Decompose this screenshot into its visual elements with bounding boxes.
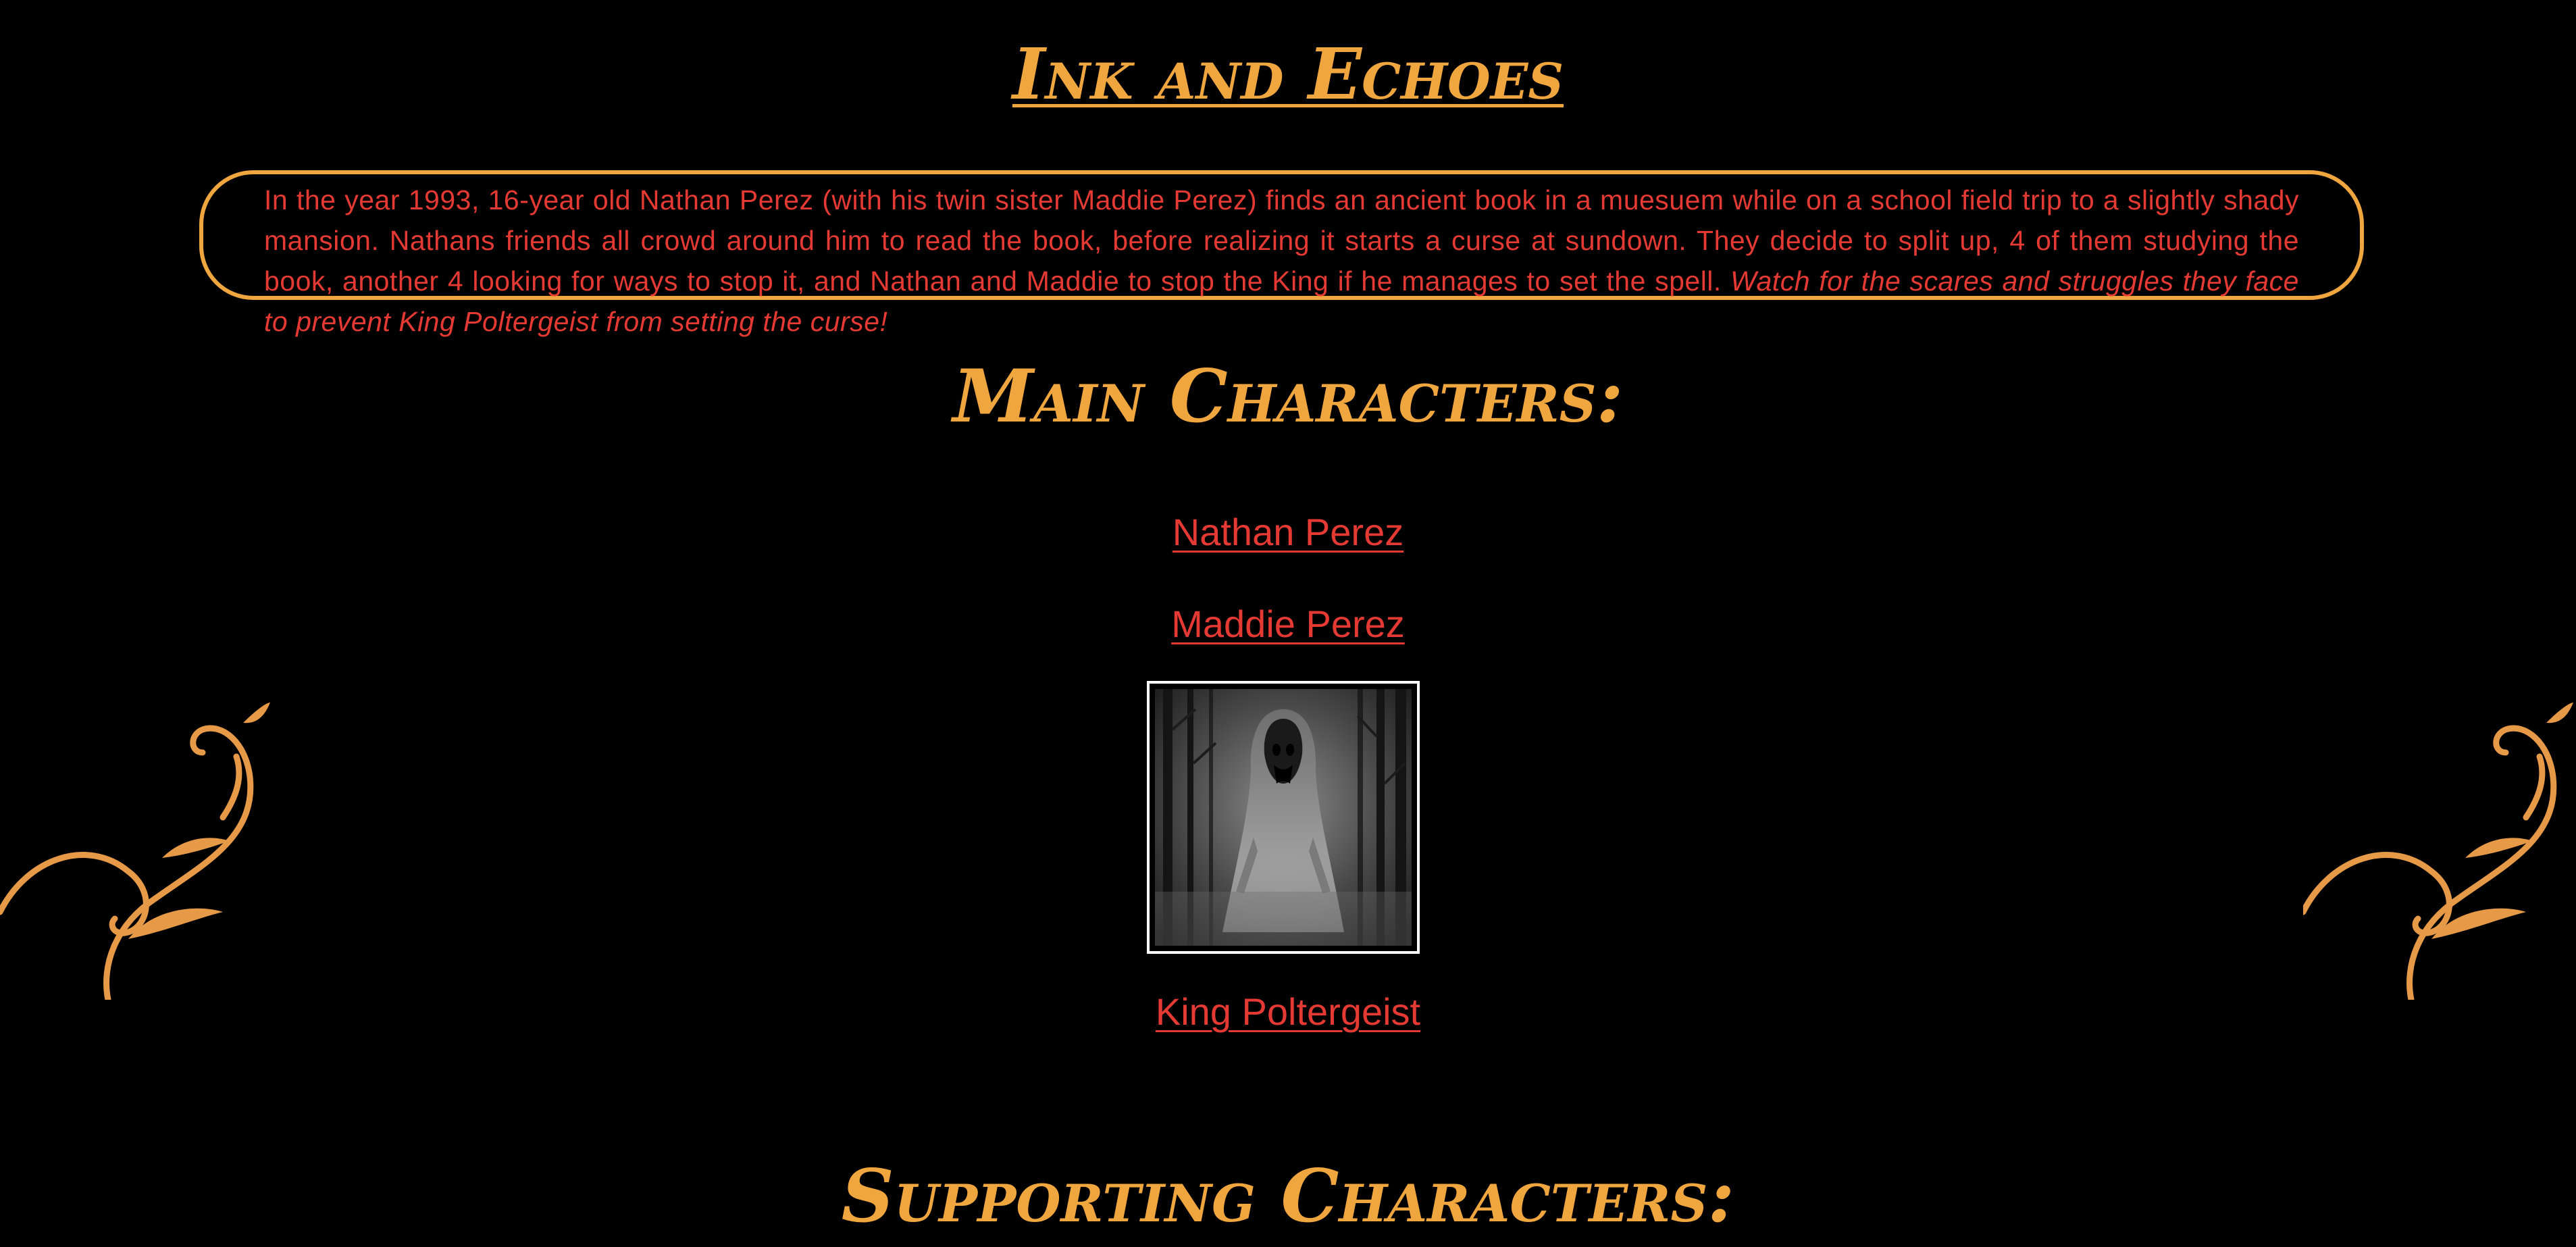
king-poltergeist-portrait <box>1147 681 1420 954</box>
ghost-portrait-image <box>1155 689 1412 946</box>
supporting-characters-heading: Supporting Characters: <box>841 1154 1735 1239</box>
flourish-ornament-right-icon <box>2303 703 2573 1000</box>
story-summary-box: In the year 1993, 16-year old Nathan Per… <box>199 170 2364 337</box>
site-title: Ink and Echoes <box>1012 32 1564 116</box>
character-link-king-poltergeist[interactable]: King Poltergeist <box>0 985 2576 1039</box>
character-link-maddie-perez[interactable]: Maddie Perez <box>0 597 2576 651</box>
story-summary: In the year 1993, 16-year old Nathan Per… <box>264 180 2299 342</box>
character-link-nathan-perez[interactable]: Nathan Perez <box>0 505 2576 559</box>
main-characters-heading: Main Characters: <box>952 354 1624 439</box>
flourish-ornament-left-icon <box>0 703 270 1000</box>
